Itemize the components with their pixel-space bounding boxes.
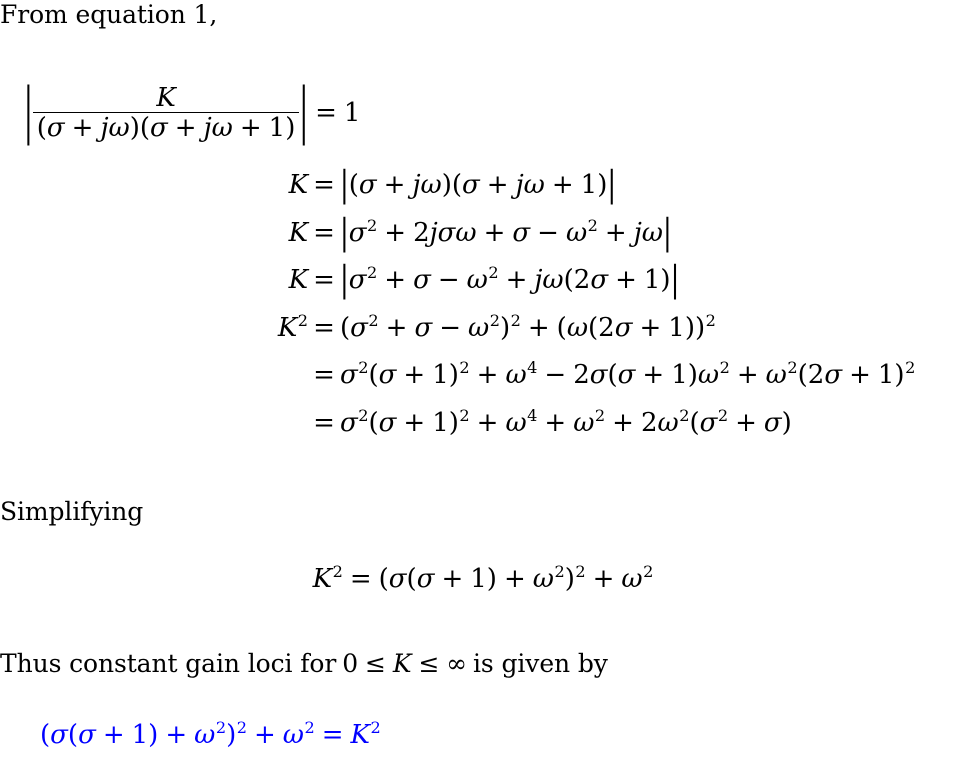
equation-row: = σ2(σ +1)2 + ω4−2σ(σ +1)ω2 + ω2(2σ +1)2 [0, 358, 966, 410]
fraction: K (σ + jω)(σ + jω +1) [32, 85, 300, 143]
equation-row-lhs: = [313, 360, 335, 390]
equation-row: K = |σ2 + σ − ω2 + jω(2σ +1)| [0, 259, 966, 315]
equation-row-lhs: K = [288, 265, 335, 295]
equation-row-rhs: (σ2 + σ − ω2)2 + (ω(2σ +1))2 [340, 310, 716, 343]
simplifying-text: Simplifying [0, 497, 144, 526]
equation-row: K2 = (σ2 + σ − ω2)2 + (ω(2σ +1))2 [0, 310, 966, 363]
equation-simplified: K2 = (σ(σ +1) + ω2)2 + ω2 [312, 562, 654, 594]
aligned-equation-block: K = |(σ + jω)(σ + jω +1)| K = |σ2 +2jσω + σ − ω2 + jω|… [0, 164, 966, 458]
intro-text: From equation 1, [0, 0, 218, 29]
equation-row-rhs: σ2(σ +1)2 + ω4 + ω2 +2ω2(σ2 + σ) [340, 405, 792, 438]
equation-row: K = |(σ + jω)(σ + jω +1)| [0, 164, 966, 220]
gain-range-expression: 0 ≤ K ≤ ∞ [342, 649, 468, 678]
equation-row-rhs: |(σ + jω)(σ + jω +1)| [340, 164, 617, 206]
equation-row-rhs: σ2(σ +1)2 + ω4−2σ(σ +1)ω2 + ω2(2σ +1)2 [340, 358, 916, 390]
fraction-rhs-value: 1 [343, 98, 361, 128]
equation-row-lhs: K2 = [277, 310, 335, 343]
equation-row: K = |σ2 +2jσω + σ − ω2 + jω| [0, 212, 966, 268]
equals-sign: = [315, 98, 337, 128]
equation-row-rhs: |σ2 + σ − ω2 + jω(2σ +1)| [340, 259, 680, 301]
equation-row-rhs: |σ2 +2jσω + σ − ω2 + jω| [340, 212, 672, 253]
equation-row-lhs: K = [288, 217, 335, 248]
equation-fraction: | K (σ + jω)(σ + jω +1) | = 1 [24, 81, 361, 143]
conclusion-suffix: is given by [473, 649, 608, 678]
equation-result: (σ(σ +1) + ω2)2 + ω2 = K2 [40, 718, 381, 750]
equation-row: = σ2(σ +1)2 + ω4 + ω2 +2ω2(σ2 + σ) [0, 405, 966, 458]
abs-bar-open-icon: | [24, 76, 33, 148]
fraction-denominator: (σ + jω)(σ + jω +1) [36, 113, 296, 143]
fraction-numerator: K [32, 85, 300, 113]
conclusion-prefix: Thus constant gain loci for [0, 649, 337, 678]
abs-bar-close-icon: | [299, 76, 309, 148]
document-page: From equation 1, | K (σ + jω)(σ + jω +1) | = 1 K = … [0, 0, 966, 758]
equation-row-lhs: K = [288, 170, 335, 200]
equation-row-lhs: = [313, 407, 335, 438]
conclusion-text: Thus constant gain loci for 0 ≤ K ≤ ∞ is given… [0, 651, 608, 676]
